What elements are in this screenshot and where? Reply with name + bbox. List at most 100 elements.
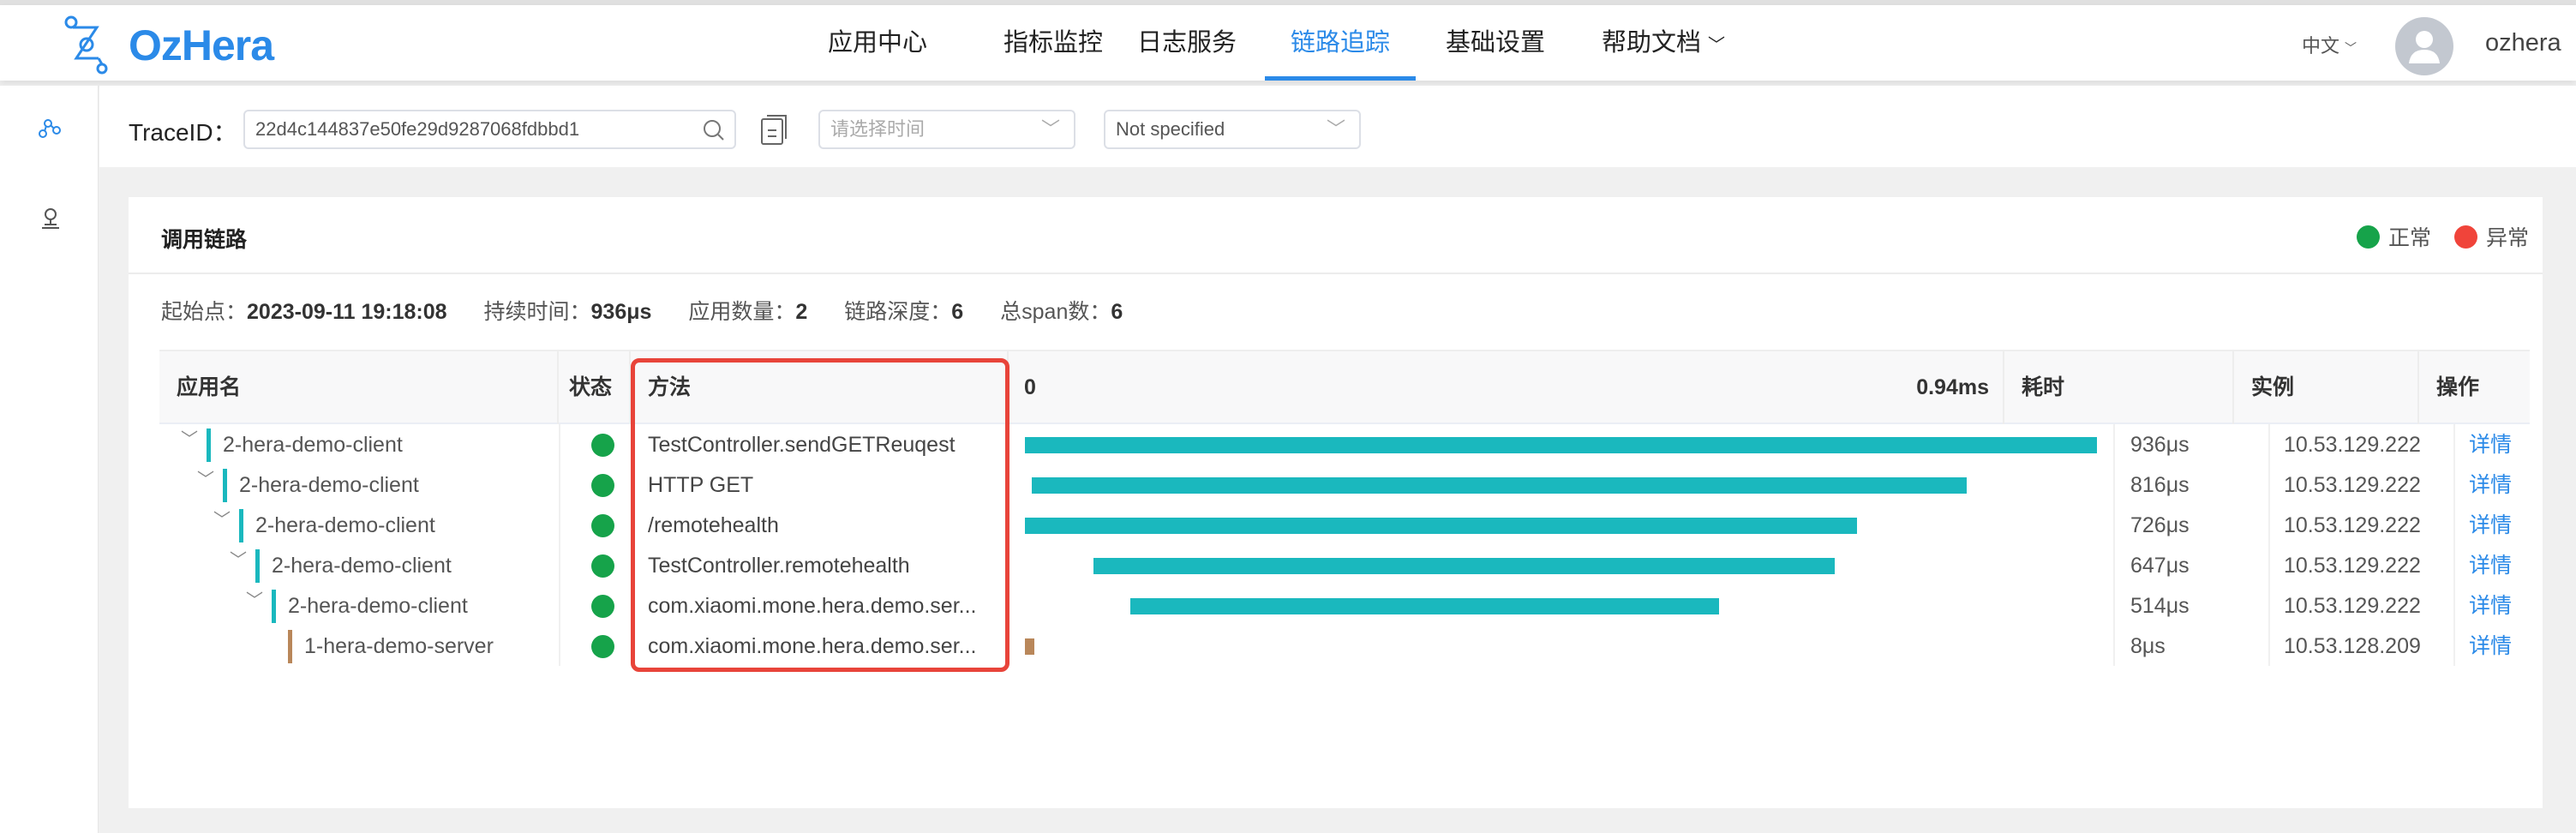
- instance-ip: 10.53.129.222: [2284, 473, 2421, 497]
- col-app-name: 应用名: [159, 351, 559, 424]
- environment-value: Not specified: [1116, 118, 1225, 140]
- column-divider: [559, 424, 560, 666]
- table-header: 应用名 状态 方法 0 0.94ms 耗时 实例 操作: [159, 350, 2530, 424]
- detail-link[interactable]: 详情: [2469, 546, 2512, 586]
- chevron-down-icon[interactable]: ﹀: [230, 546, 247, 571]
- table-row[interactable]: ﹀ 2-hera-demo-client TestController.sendGE…: [159, 425, 2530, 465]
- status-ok-icon: [591, 554, 614, 578]
- chevron-down-icon[interactable]: ﹀: [197, 465, 214, 490]
- table-row[interactable]: 1-hera-demo-server com.xiaomi.mone.hera.d…: [159, 626, 2530, 667]
- timeline-end-label: 0.94ms: [1916, 375, 1989, 399]
- red-dot-icon: [2454, 225, 2477, 249]
- card-title: 调用链路: [161, 228, 248, 252]
- legend-label: 异常: [2486, 226, 2530, 250]
- trace-summary: 起始点：2023-09-11 19:18:08 持续时间：936μs 应用数量：…: [161, 295, 1153, 326]
- app-name: 2-hera-demo-client: [239, 473, 419, 497]
- sidebar: [0, 86, 99, 833]
- instance-ip: 10.53.129.222: [2284, 513, 2421, 537]
- chevron-down-icon[interactable]: ﹀: [181, 425, 198, 450]
- search-icon[interactable]: [702, 118, 726, 142]
- app-color-marker: [255, 549, 260, 583]
- traceid-input[interactable]: 22d4c144837e50fe29d9287068fdbbd1: [243, 110, 736, 149]
- app-color-marker: [207, 428, 211, 462]
- nav-settings[interactable]: 基础设置: [1446, 5, 1545, 81]
- trace-graph-icon[interactable]: [38, 118, 62, 139]
- span-duration-bar[interactable]: [1025, 638, 1034, 655]
- time-select[interactable]: 请选择时间 ﹀: [818, 110, 1075, 149]
- table-row[interactable]: ﹀ 2-hera-demo-client/remotehealth 726μs 10.…: [159, 506, 2530, 546]
- top-navbar: OzHera 应用中心 指标监控 日志服务 链路追踪 基础设置 帮助文档 ﹀ 中文…: [0, 5, 2576, 81]
- depth-value: 6: [951, 300, 964, 324]
- status-ok-icon: [591, 434, 614, 457]
- detail-link[interactable]: 详情: [2469, 626, 2512, 667]
- location-icon[interactable]: [39, 206, 62, 231]
- app-color-marker: [239, 509, 243, 542]
- ozhera-logo-icon: [64, 15, 108, 75]
- legend-error: 异常: [2454, 221, 2529, 252]
- search-toolbar: TraceID： 22d4c144837e50fe29d9287068fdbbd…: [99, 86, 2576, 167]
- summary-label: 起始点：: [161, 300, 248, 324]
- app-logo[interactable]: OzHera: [129, 21, 274, 70]
- table-row[interactable]: ﹀ 2-hera-demo-client TestController.remote…: [159, 546, 2530, 586]
- username[interactable]: ozhera: [2485, 29, 2561, 57]
- nav-app-center[interactable]: 应用中心: [828, 5, 927, 81]
- col-instance: 实例: [2234, 351, 2419, 424]
- app-color-marker: [288, 630, 292, 663]
- detail-link[interactable]: 详情: [2469, 506, 2512, 546]
- app-name: 2-hera-demo-client: [255, 513, 435, 537]
- chevron-down-icon[interactable]: ﹀: [213, 506, 231, 530]
- status-ok-icon: [591, 474, 614, 497]
- span-count-value: 6: [1111, 300, 1123, 324]
- nav-help-docs[interactable]: 帮助文档 ﹀: [1602, 5, 1725, 81]
- instance-ip: 10.53.129.222: [2284, 554, 2421, 578]
- app-name: 1-hera-demo-server: [304, 634, 494, 658]
- time-placeholder: 请选择时间: [830, 118, 926, 140]
- col-duration: 耗时: [2004, 351, 2234, 424]
- span-duration-bar[interactable]: [1032, 477, 1967, 494]
- detail-link[interactable]: 详情: [2469, 586, 2512, 626]
- duration-value: 514μs: [2130, 594, 2190, 618]
- column-divider: [2268, 424, 2270, 666]
- span-duration-bar[interactable]: [1025, 437, 2098, 453]
- legend-normal: 正常: [2357, 221, 2431, 252]
- language-switch[interactable]: 中文 ﹀: [2302, 31, 2357, 58]
- instance-ip: 10.53.129.222: [2284, 594, 2421, 618]
- span-duration-bar[interactable]: [1093, 558, 1836, 574]
- col-actions: 操作: [2436, 375, 2480, 399]
- summary-label: 持续时间：: [483, 300, 591, 324]
- traceid-label: TraceID：: [129, 119, 237, 146]
- detail-link[interactable]: 详情: [2469, 425, 2512, 465]
- table-row[interactable]: ﹀ 2-hera-demo-client com.xiaomi.mone.hera.…: [159, 586, 2530, 626]
- span-duration-bar[interactable]: [1130, 598, 1720, 614]
- app-color-marker: [272, 590, 276, 623]
- app-color-marker: [223, 469, 227, 502]
- chevron-down-icon[interactable]: ﹀: [246, 586, 263, 611]
- status-ok-icon: [591, 595, 614, 618]
- user-icon: [2409, 31, 2440, 63]
- summary-label: 链路深度：: [844, 300, 952, 324]
- col-timeline: 0 0.94ms: [1009, 351, 2004, 424]
- column-divider: [2453, 424, 2455, 666]
- environment-select[interactable]: Not specified ﹀: [1104, 110, 1361, 149]
- chevron-down-icon: ﹀: [1040, 118, 1060, 140]
- method-column-highlight: [631, 358, 1009, 672]
- col-status: 状态: [559, 351, 631, 424]
- span-duration-bar[interactable]: [1025, 518, 1857, 534]
- nav-tracing[interactable]: 链路追踪: [1265, 5, 1417, 81]
- divider: [129, 273, 2543, 274]
- app-name: 2-hera-demo-client: [223, 433, 403, 457]
- start-time-value: 2023-09-11 19:18:08: [247, 300, 447, 324]
- table-row[interactable]: ﹀ 2-hera-demo-client HTTP GET 816μs 10.53.12…: [159, 465, 2530, 506]
- avatar[interactable]: [2395, 17, 2453, 75]
- chevron-down-icon: ﹀: [2345, 41, 2357, 55]
- legend-label: 正常: [2388, 226, 2432, 250]
- chevron-down-icon: ﹀: [1326, 118, 1345, 140]
- nav-metrics[interactable]: 指标监控: [1003, 5, 1103, 81]
- instance-ip: 10.53.128.209: [2284, 634, 2421, 658]
- detail-link[interactable]: 详情: [2469, 465, 2512, 506]
- nav-help-label: 帮助文档: [1602, 29, 1702, 57]
- duration-value: 726μs: [2130, 513, 2190, 537]
- nav-logs[interactable]: 日志服务: [1137, 5, 1237, 81]
- copy-icon[interactable]: [759, 113, 788, 146]
- app-name: 2-hera-demo-client: [288, 594, 468, 618]
